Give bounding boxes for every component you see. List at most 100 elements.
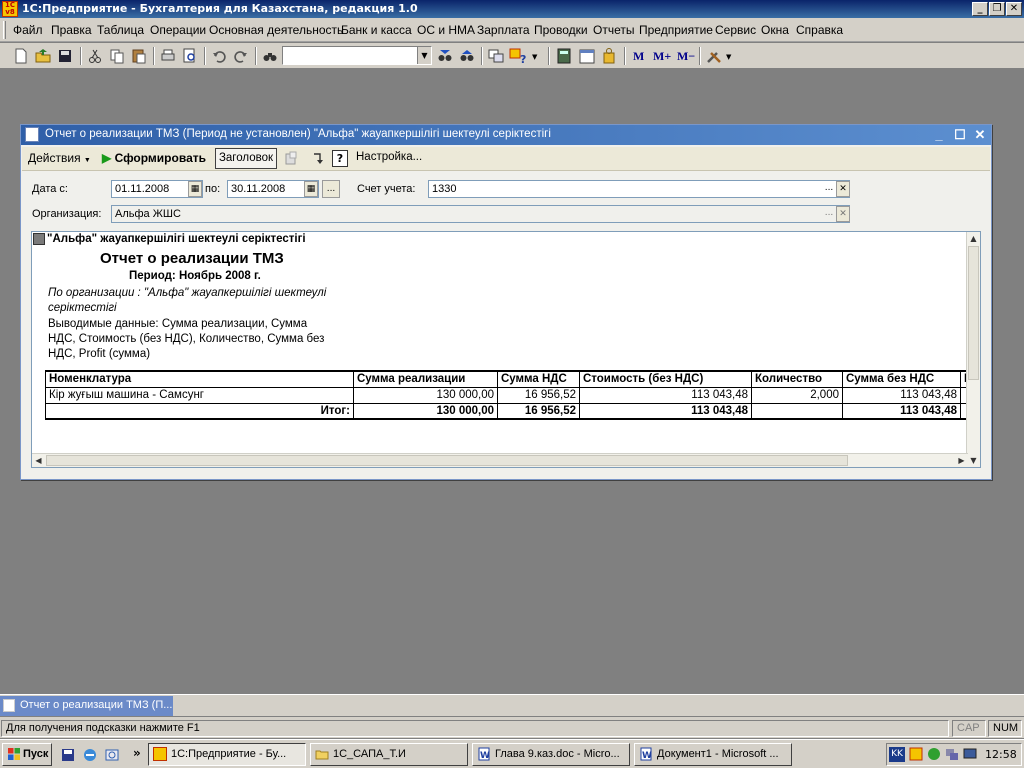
window-minimize-button[interactable]: _ (931, 127, 947, 143)
memory-m-button[interactable]: M (633, 49, 644, 64)
app-close-button[interactable]: ✕ (1006, 2, 1022, 16)
col-header-vat[interactable]: Сумма НДС (497, 370, 580, 388)
settings-button[interactable]: Настройка... (356, 151, 422, 163)
copy-settings-icon[interactable] (284, 151, 300, 167)
app-minimize-button[interactable]: _ (972, 2, 988, 16)
menu-salary[interactable]: Зарплата (477, 23, 530, 37)
scroll-down-icon[interactable]: ▼ (967, 454, 980, 467)
cell-cost[interactable]: 113 043,48 (579, 386, 752, 404)
report-window-title-bar[interactable]: Отчет о реализации ТМЗ (Период не устано… (21, 125, 991, 145)
tray-display-icon[interactable] (963, 747, 977, 761)
scroll-right-icon[interactable]: ▶ (955, 454, 968, 467)
language-indicator[interactable]: KK (889, 747, 905, 762)
total-vat[interactable]: 16 956,52 (497, 402, 580, 420)
memory-minus-button[interactable]: M− (677, 49, 695, 64)
chevron-down-icon[interactable]: ▼ (532, 53, 537, 61)
organization-select-button[interactable]: ... (822, 206, 836, 222)
period-select-button[interactable]: ... (322, 180, 340, 198)
cell-nomenclature[interactable]: Кір жуғыш машина - Самсунг (45, 386, 354, 404)
find-prev-icon[interactable] (458, 47, 476, 65)
vertical-scroll-thumb[interactable] (968, 246, 979, 380)
open-folder-icon[interactable] (34, 47, 52, 65)
quicklaunch-more-button[interactable]: » (133, 746, 141, 760)
new-document-icon[interactable] (12, 47, 30, 65)
col-header-sales[interactable]: Сумма реализации (353, 370, 498, 388)
lock-key-icon[interactable] (600, 47, 618, 65)
header-toggle-button[interactable]: Заголовок (215, 148, 277, 169)
horizontal-scroll-thumb[interactable] (46, 455, 848, 466)
copy-icon[interactable] (108, 47, 126, 65)
tray-antivirus-icon[interactable] (927, 747, 941, 761)
floppy-save-icon[interactable] (60, 747, 76, 763)
cut-icon[interactable] (86, 47, 104, 65)
task-word-doc[interactable]: W Глава 9.каз.doc - Micro... (472, 743, 630, 766)
cell-qty[interactable]: 2,000 (751, 386, 843, 404)
generate-report-button[interactable]: ▶ Сформировать (102, 151, 206, 165)
organization-clear-button[interactable]: ✕ (836, 206, 850, 222)
help-1c-icon[interactable]: ? (509, 47, 527, 65)
expand-arrow-icon[interactable] (310, 151, 326, 167)
cell-vat[interactable]: 16 956,52 (497, 386, 580, 404)
calculator-icon[interactable] (555, 47, 573, 65)
window-close-button[interactable]: ✕ (972, 127, 988, 143)
menu-operations[interactable]: Операции (150, 23, 206, 37)
internet-explorer-icon[interactable] (82, 747, 98, 763)
cell-net[interactable]: 113 043,48 (842, 386, 961, 404)
total-net[interactable]: 113 043,48 (842, 402, 961, 420)
account-field[interactable]: 1330 (428, 180, 850, 198)
total-cost[interactable]: 113 043,48 (579, 402, 752, 420)
total-sales[interactable]: 130 000,00 (353, 402, 498, 420)
tools-icon[interactable] (705, 47, 723, 65)
menu-fixed-assets[interactable]: ОС и НМА (417, 23, 475, 37)
menu-file[interactable]: Файл (13, 23, 43, 37)
report-spreadsheet[interactable]: "Альфа" жауапкершілігі шектеулі серіктес… (31, 231, 981, 468)
calendar-icon[interactable]: ▦ (304, 181, 318, 197)
menu-main-activity[interactable]: Основная деятельность (209, 23, 343, 37)
memory-plus-button[interactable]: M+ (653, 49, 671, 64)
start-button[interactable]: Пуск (2, 743, 52, 766)
tray-network-icon[interactable] (945, 747, 959, 761)
redo-icon[interactable] (232, 47, 250, 65)
undo-icon[interactable] (210, 47, 228, 65)
menu-enterprise[interactable]: Предприятие (639, 23, 713, 37)
menu-bank-cash[interactable]: Банк и касса (341, 23, 412, 37)
outlook-icon[interactable] (104, 747, 120, 763)
col-header-cost[interactable]: Стоимость (без НДС) (579, 370, 752, 388)
task-1c[interactable]: 1С:Предприятие - Бу... (148, 743, 306, 766)
task-folder[interactable]: 1С_САПА_Т.И (310, 743, 468, 766)
account-select-button[interactable]: ... (822, 181, 836, 197)
menu-reports[interactable]: Отчеты (593, 23, 634, 37)
scroll-up-icon[interactable]: ▲ (967, 232, 980, 245)
chevron-down-icon[interactable]: ▼ (417, 47, 431, 64)
col-header-qty[interactable]: Количество (751, 370, 843, 388)
vertical-scrollbar[interactable]: ▲ ▼ (966, 232, 980, 467)
help-button[interactable]: ? (332, 150, 348, 167)
menu-table[interactable]: Таблица (97, 23, 144, 37)
horizontal-scrollbar[interactable]: ◀ ▶ (32, 453, 968, 467)
scroll-left-icon[interactable]: ◀ (32, 454, 45, 467)
tray-app-icon[interactable] (909, 747, 923, 761)
window-maximize-button[interactable]: ☐ (952, 127, 968, 143)
print-preview-icon[interactable] (181, 47, 199, 65)
paste-icon[interactable] (130, 47, 148, 65)
app-restore-button[interactable]: ❐ (989, 2, 1005, 16)
calendar-icon[interactable]: ▦ (188, 181, 202, 197)
search-combo[interactable]: ▼ (282, 46, 432, 65)
window-tab-report[interactable]: Отчет о реализации ТМЗ (П... (0, 696, 173, 716)
print-icon[interactable] (159, 47, 177, 65)
menu-windows[interactable]: Окна (761, 23, 789, 37)
task-word-doc2[interactable]: W Документ1 - Microsoft ... (634, 743, 792, 766)
menu-entries[interactable]: Проводки (534, 23, 588, 37)
windows-icon[interactable] (487, 47, 505, 65)
save-icon[interactable] (56, 47, 74, 65)
menu-help[interactable]: Справка (796, 23, 843, 37)
menu-edit[interactable]: Правка (51, 23, 92, 37)
col-header-nomenclature[interactable]: Номенклатура (45, 370, 354, 388)
table-row[interactable]: Кір жуғыш машина - Самсунг 130 000,00 16… (45, 386, 976, 404)
organization-field[interactable]: Альфа ЖШС (111, 205, 850, 223)
col-header-net[interactable]: Сумма без НДС (842, 370, 961, 388)
group-toggle-icon[interactable] (33, 233, 45, 245)
chevron-down-icon[interactable]: ▼ (726, 53, 731, 61)
menu-service[interactable]: Сервис (715, 23, 756, 37)
calendar-icon[interactable] (578, 47, 596, 65)
